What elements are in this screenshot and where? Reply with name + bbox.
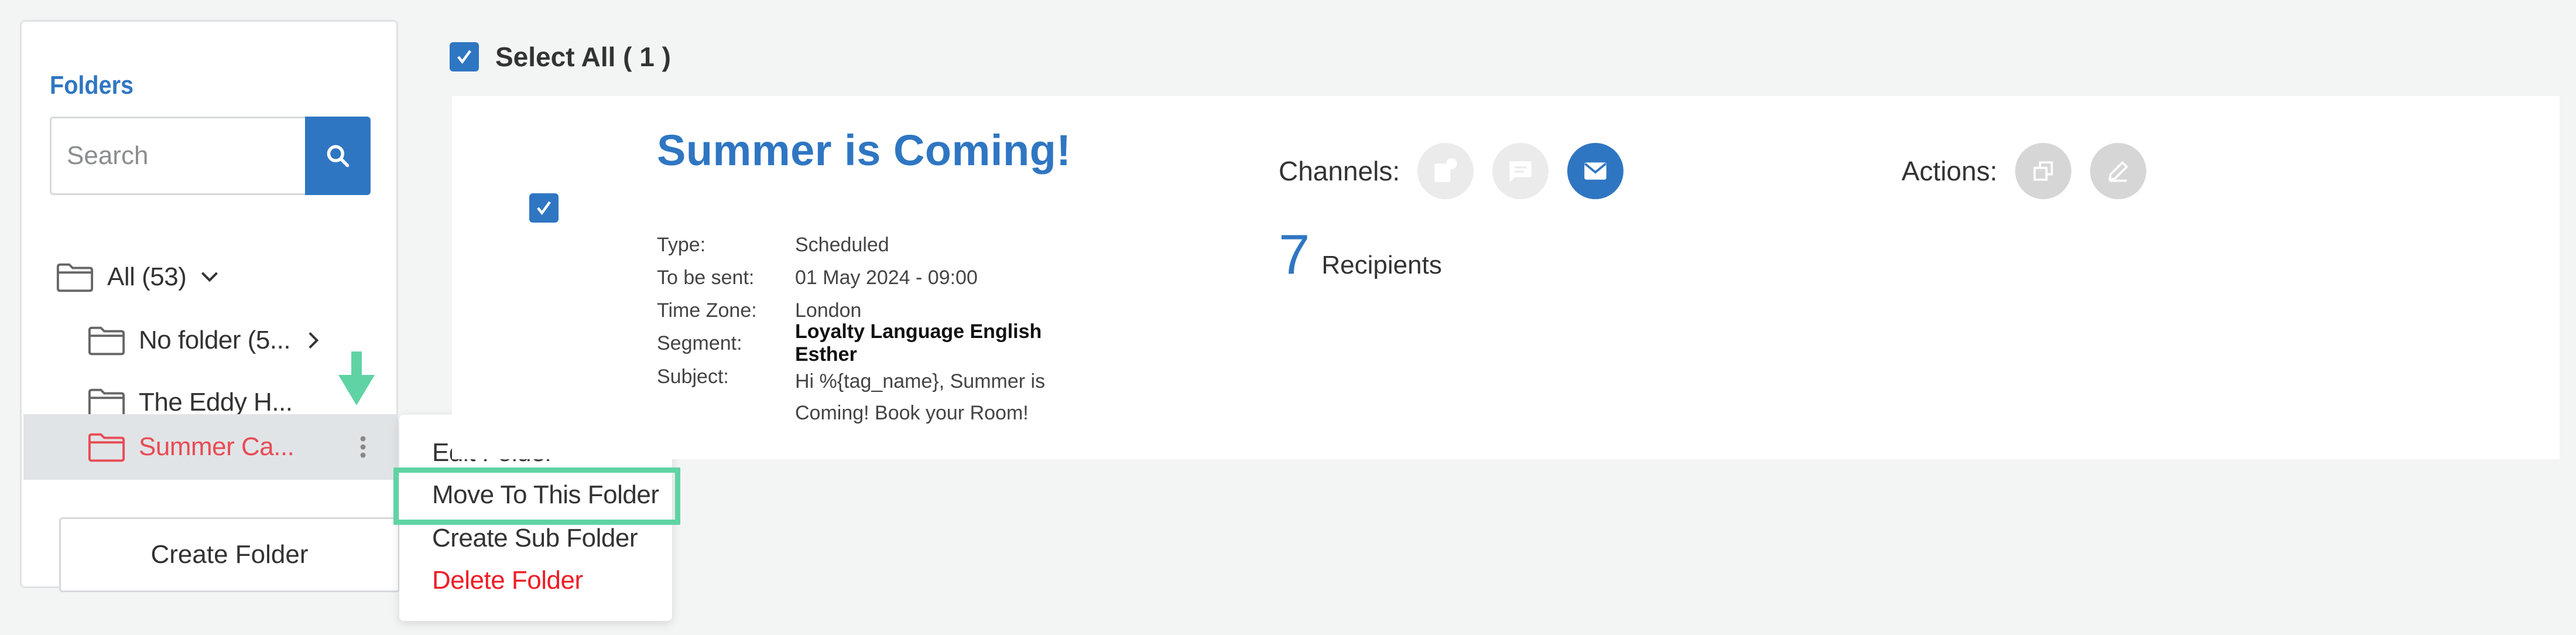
annotation-arrow-icon: [338, 351, 375, 405]
folder-label: All (53): [107, 262, 187, 291]
folder-label: No folder (5...: [139, 326, 291, 354]
detail-value: Hi %{tag_name}, Summer is Coming! Book y…: [795, 370, 1046, 424]
campaign-details: Type: Scheduled To be sent: 01 May 2024 …: [657, 228, 1088, 429]
duplicate-icon[interactable]: [2015, 143, 2071, 199]
select-all-label: Select All ( 1 ): [495, 42, 671, 72]
recipients: 7 Recipients: [1279, 223, 1442, 287]
actions: Actions:: [1902, 143, 2165, 199]
actions-label: Actions:: [1902, 156, 1998, 186]
detail-row: Segment: Loyalty Language English Esther: [657, 320, 1088, 366]
folder-item-no-folder[interactable]: No folder (5...: [87, 311, 324, 370]
push-channel-icon: [1417, 143, 1474, 199]
more-options-icon[interactable]: [351, 414, 375, 480]
detail-key: Subject:: [657, 366, 729, 388]
select-all-checkbox[interactable]: [450, 42, 479, 71]
edit-pencil-icon[interactable]: [2089, 143, 2146, 199]
detail-key: Segment:: [657, 332, 742, 354]
detail-row: Subject: Hi %{tag_name}, Summer is Comin…: [657, 360, 1088, 429]
campaign-checkbox[interactable]: [529, 193, 559, 223]
detail-value: Scheduled: [795, 233, 889, 256]
checkmark-icon: [457, 50, 471, 64]
menu-item-move-to-this-folder[interactable]: Move To This Folder: [432, 480, 659, 510]
sms-channel-icon: [1492, 143, 1549, 199]
channels-label: Channels:: [1279, 156, 1400, 186]
detail-value: 01 May 2024 - 09:00: [795, 266, 978, 289]
email-channel-icon: [1567, 143, 1624, 199]
select-all: Select All ( 1 ): [450, 41, 671, 73]
create-folder-button[interactable]: Create Folder: [59, 517, 400, 592]
recipients-count: 7: [1279, 223, 1310, 286]
menu-item-delete-folder[interactable]: Delete Folder: [432, 566, 583, 595]
chevron-right-icon[interactable]: [303, 330, 324, 351]
detail-value: London: [795, 299, 862, 322]
campaign-card: Summer is Coming! Type: Scheduled To be …: [452, 96, 2560, 459]
menu-item-create-sub-folder[interactable]: Create Sub Folder: [432, 524, 638, 553]
folder-icon: [56, 263, 94, 292]
channels: Channels:: [1279, 143, 1642, 199]
detail-row: Type: Scheduled: [657, 228, 1088, 261]
folder-icon: [88, 326, 125, 356]
search-button[interactable]: [305, 117, 371, 195]
folder-item-all[interactable]: All (53): [56, 248, 220, 306]
detail-row: To be sent: 01 May 2024 - 09:00: [657, 261, 1088, 294]
detail-key: Type:: [657, 233, 706, 256]
folder-icon: [88, 433, 125, 462]
folder-search: [50, 117, 371, 195]
folders-sidebar: Folders All (53) No folder (5...: [20, 20, 400, 592]
detail-key: Time Zone:: [657, 299, 757, 322]
folder-label: The Eddy H...: [139, 388, 293, 416]
folders-title: Folders: [50, 71, 134, 100]
folder-item-summer[interactable]: Summer Ca...: [23, 414, 398, 480]
folder-label: Summer Ca...: [139, 432, 294, 461]
chevron-down-icon[interactable]: [199, 267, 220, 288]
recipients-label: Recipients: [1321, 251, 1442, 279]
campaign-title[interactable]: Summer is Coming!: [657, 125, 1071, 175]
detail-value: Loyalty Language English Esther: [795, 320, 1042, 366]
checkmark-icon: [537, 201, 551, 216]
search-input[interactable]: [50, 117, 305, 195]
search-icon: [327, 145, 350, 168]
detail-key: To be sent:: [657, 266, 755, 289]
